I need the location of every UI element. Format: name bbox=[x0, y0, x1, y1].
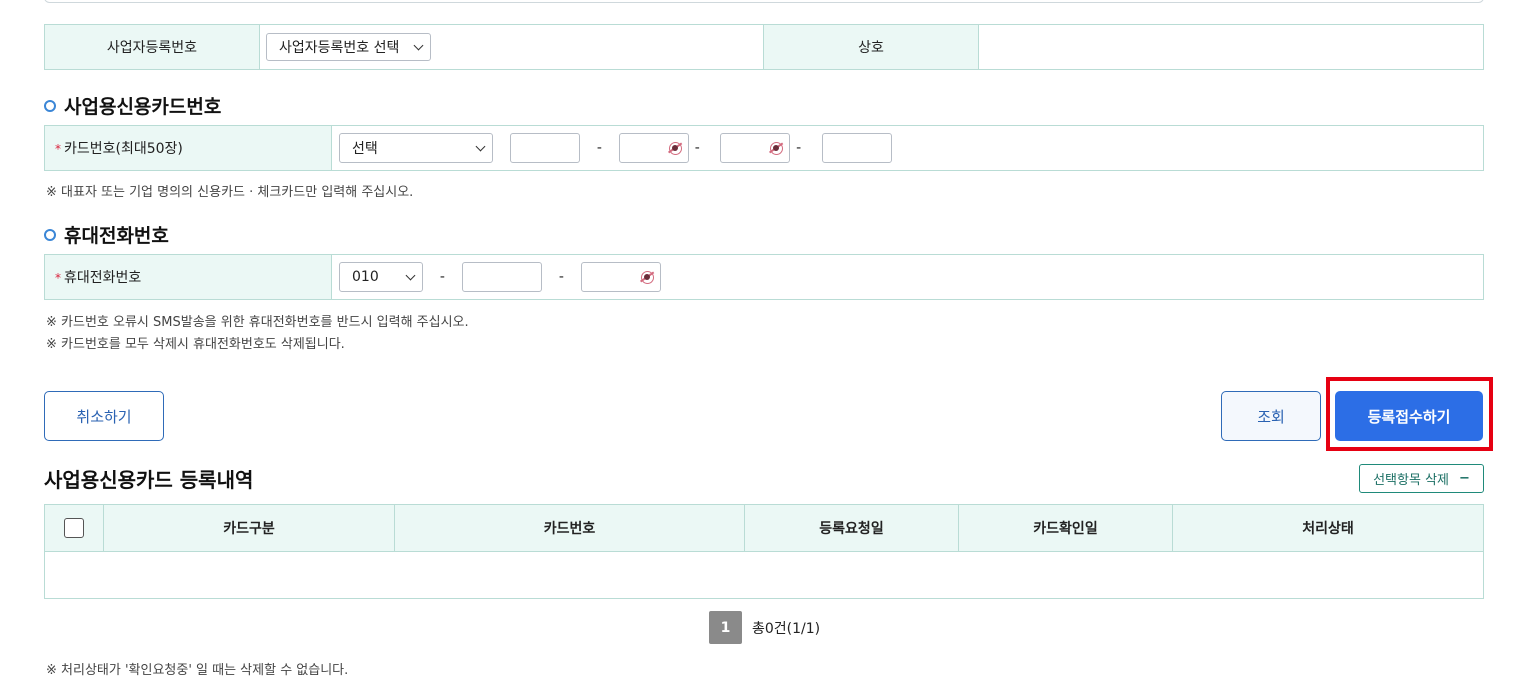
card-number-label-text: 카드번호(최대50장) bbox=[64, 141, 183, 157]
masked-eye-icon[interactable] bbox=[640, 271, 654, 284]
delete-selected-label: 선택항목 삭제 bbox=[1373, 473, 1449, 488]
registration-list-title: 사업용신용카드 등록내역 bbox=[44, 468, 254, 492]
card-section-title: 사업용신용카드번호 bbox=[44, 92, 221, 119]
select-all-checkbox[interactable] bbox=[64, 518, 84, 538]
circle-bullet-icon bbox=[44, 228, 56, 241]
delete-selected-button[interactable]: 선택항목 삭제 − bbox=[1359, 464, 1484, 493]
required-mark: * bbox=[55, 271, 61, 285]
phone-table: * 휴대전화번호 010 - - bbox=[44, 254, 1484, 300]
card-number-part3-input[interactable] bbox=[720, 133, 791, 163]
company-label: 상호 bbox=[763, 24, 979, 70]
phone-note-2: ※ 카드번호를 모두 삭제시 휴대전화번호도 삭제됩니다. bbox=[46, 337, 345, 352]
business-info-table: 사업자등록번호 사업자등록번호 선택 상호 bbox=[44, 24, 1484, 70]
reg-no-select[interactable]: 사업자등록번호 선택 bbox=[266, 33, 431, 61]
footer-note: ※ 처리상태가 '확인요청중' 일 때는 삭제할 수 없습니다. bbox=[46, 663, 349, 678]
separator: - bbox=[796, 140, 802, 156]
phone-section-title-text: 휴대전화번호 bbox=[64, 225, 169, 247]
lookup-button[interactable]: 조회 bbox=[1221, 391, 1321, 441]
card-number-table: * 카드번호(최대50장) 선택 - - - bbox=[44, 125, 1484, 171]
phone-prefix-select[interactable]: 010 bbox=[339, 262, 423, 292]
card-section-title-text: 사업용신용카드번호 bbox=[64, 96, 222, 118]
column-header[interactable]: 카드확인일 bbox=[958, 504, 1173, 552]
separator: - bbox=[439, 269, 445, 285]
column-header[interactable]: 처리상태 bbox=[1172, 504, 1484, 552]
phone-last-input[interactable] bbox=[580, 262, 661, 292]
pagination: 1 총0건(1/1) bbox=[709, 611, 820, 644]
table-header-row: 카드구분 카드번호 등록요청일 카드확인일 처리상태 bbox=[44, 504, 1484, 552]
card-number-part2-input[interactable] bbox=[618, 133, 689, 163]
card-number-label: * 카드번호(최대50장) bbox=[44, 125, 332, 171]
separator: - bbox=[596, 140, 602, 156]
separator: - bbox=[558, 269, 564, 285]
phone-note-1: ※ 카드번호 오류시 SMS발송을 위한 휴대전화번호를 반드시 입력해 주십시… bbox=[46, 315, 469, 330]
empty-table-row bbox=[44, 551, 1484, 599]
column-header[interactable]: 등록요청일 bbox=[744, 504, 959, 552]
masked-eye-icon[interactable] bbox=[770, 142, 784, 155]
circle-bullet-icon bbox=[44, 99, 56, 112]
column-header[interactable]: 카드번호 bbox=[394, 504, 745, 552]
card-number-part4-input[interactable] bbox=[821, 133, 892, 163]
masked-eye-icon[interactable] bbox=[668, 142, 682, 155]
company-value bbox=[978, 24, 1484, 70]
page-number-button[interactable]: 1 bbox=[709, 611, 742, 644]
registration-list-table: 카드구분 카드번호 등록요청일 카드확인일 처리상태 bbox=[44, 504, 1484, 599]
select-all-cell bbox=[44, 504, 104, 552]
total-count: 총0건(1/1) bbox=[752, 620, 821, 637]
reg-no-label: 사업자등록번호 bbox=[44, 24, 260, 70]
minus-icon: − bbox=[1459, 471, 1470, 486]
reg-no-select-value: 사업자등록번호 선택 bbox=[279, 40, 400, 56]
previous-section-edge bbox=[44, 0, 1484, 3]
column-header[interactable]: 카드구분 bbox=[103, 504, 395, 552]
card-type-select[interactable]: 선택 bbox=[339, 133, 493, 163]
chevron-down-icon bbox=[413, 40, 424, 50]
chevron-down-icon bbox=[405, 270, 416, 280]
required-mark: * bbox=[55, 142, 61, 156]
card-type-select-value: 선택 bbox=[352, 141, 378, 157]
phone-middle-input[interactable] bbox=[461, 262, 542, 292]
highlight-box bbox=[1326, 377, 1493, 451]
phone-section-title: 휴대전화번호 bbox=[44, 221, 169, 248]
cancel-button[interactable]: 취소하기 bbox=[44, 391, 164, 441]
phone-label: * 휴대전화번호 bbox=[44, 254, 332, 300]
phone-prefix-value: 010 bbox=[352, 269, 379, 285]
chevron-down-icon bbox=[475, 141, 486, 151]
card-note: ※ 대표자 또는 기업 명의의 신용카드 · 체크카드만 입력해 주십시오. bbox=[46, 185, 414, 200]
card-number-part1-input[interactable] bbox=[509, 133, 580, 163]
phone-label-text: 휴대전화번호 bbox=[64, 270, 142, 286]
separator: - bbox=[694, 140, 700, 156]
